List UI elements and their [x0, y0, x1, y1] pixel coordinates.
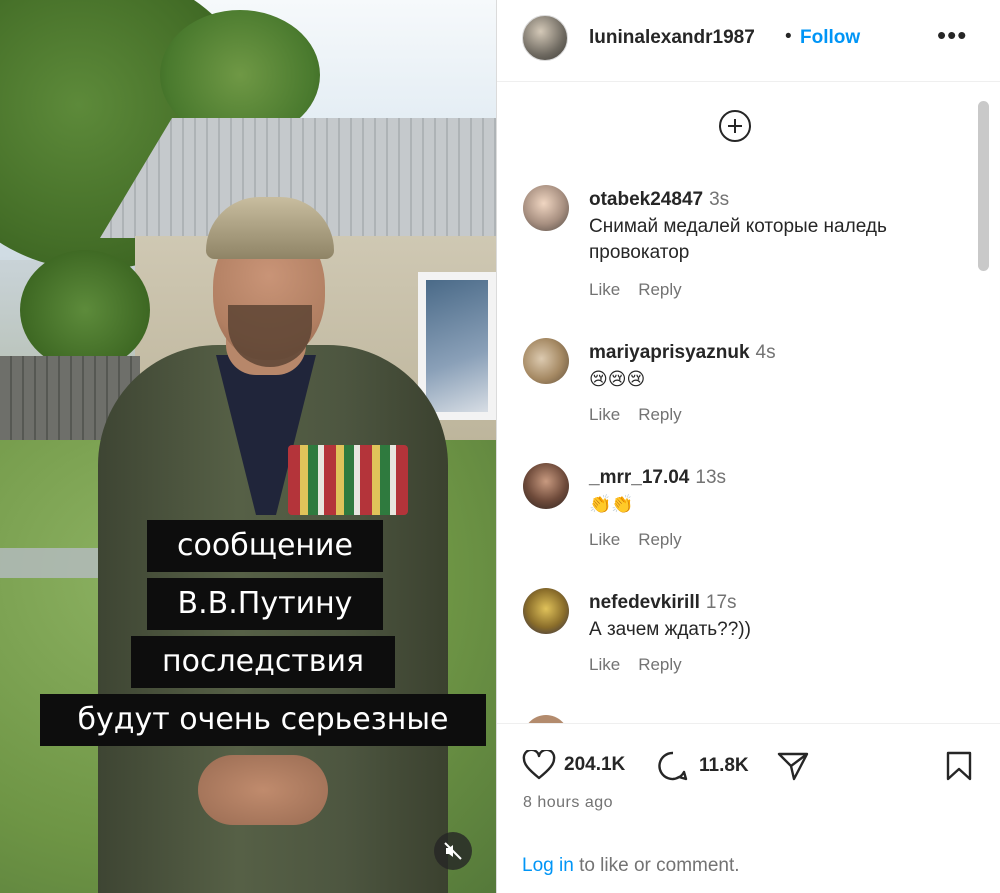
- comment-time: 13s: [695, 467, 727, 488]
- reply-button[interactable]: Reply: [638, 405, 681, 424]
- heart-icon: [522, 750, 556, 780]
- list-item: otabek24847 3s Снимай медалей которые нал…: [497, 185, 967, 305]
- avatar[interactable]: [523, 588, 569, 634]
- comment-text: А зачем ждать??)): [589, 619, 751, 640]
- medals: [288, 445, 408, 515]
- comment-username[interactable]: otabek24847: [589, 189, 703, 210]
- comment-username[interactable]: mariyaprisyaznuk: [589, 342, 750, 363]
- path: [0, 548, 110, 578]
- like-comment-button[interactable]: Like: [589, 405, 620, 424]
- like-action[interactable]: 204.1K: [522, 750, 625, 780]
- avatar[interactable]: [522, 15, 568, 61]
- comments-list[interactable]: otabek24847 3s Снимай медалей которые нал…: [497, 83, 1000, 723]
- video-caption-line: последствия: [131, 636, 395, 688]
- comment-actions: Like Reply: [589, 280, 700, 300]
- plus-circle-icon[interactable]: [719, 110, 751, 142]
- reply-button[interactable]: Reply: [638, 530, 681, 549]
- post-sidebar: luninalexandr1987 • Follow ••• otabek248…: [496, 0, 1000, 893]
- save-button[interactable]: [945, 750, 973, 782]
- share-button[interactable]: [777, 751, 809, 781]
- like-count: 204.1K: [564, 754, 626, 775]
- login-prompt-text: to like or comment.: [579, 855, 740, 876]
- mute-button[interactable]: [434, 832, 472, 870]
- login-link[interactable]: Log in: [522, 855, 574, 876]
- avatar[interactable]: [523, 715, 569, 723]
- comment-header: _mrr_17.04 13s: [589, 467, 726, 489]
- hands: [198, 755, 328, 825]
- avatar[interactable]: [523, 338, 569, 384]
- video-caption-line: В.В.Путину: [147, 578, 383, 630]
- bookmark-icon: [946, 751, 972, 781]
- comment-text: 😢😢😢: [589, 369, 646, 390]
- reply-button[interactable]: Reply: [638, 655, 681, 674]
- avatar[interactable]: [523, 463, 569, 509]
- post-actions-bar: 204.1K 11.8K 8 hours ago Log in to like …: [497, 723, 1000, 893]
- comment-time: 17s: [705, 592, 737, 613]
- like-comment-button[interactable]: Like: [589, 280, 620, 299]
- comment-count: 11.8K: [699, 755, 749, 776]
- separator-dot: •: [785, 26, 792, 47]
- comment-action[interactable]: 11.8K: [657, 750, 749, 782]
- like-comment-button[interactable]: Like: [589, 655, 620, 674]
- list-item: nefedevkirill 17s А зачем ждать??)) Like R…: [497, 588, 967, 678]
- comment-text: Снимай медалей которые наледь провокатор: [589, 216, 887, 263]
- video-player[interactable]: сообщение В.В.Путину последствия будут о…: [0, 0, 496, 893]
- list-item: _mrr_17.04 13s 👏👏 Like Reply: [497, 463, 967, 553]
- comment-actions: Like Reply: [589, 405, 700, 425]
- muted-speaker-icon: [444, 842, 462, 860]
- comment-time: 3s: [709, 189, 730, 210]
- avatar[interactable]: [523, 185, 569, 231]
- comment-actions: Like Reply: [589, 655, 700, 675]
- comment-text: 👏👏: [589, 494, 634, 515]
- post-timestamp: 8 hours ago: [523, 794, 614, 811]
- reply-button[interactable]: Reply: [638, 280, 681, 299]
- post-username[interactable]: luninalexandr1987: [589, 27, 755, 49]
- more-options-icon[interactable]: •••: [937, 20, 967, 51]
- video-caption-line: сообщение: [147, 520, 383, 572]
- video-caption-line: будут очень серьезные: [40, 694, 486, 746]
- share-icon: [777, 752, 809, 781]
- comment-username[interactable]: _mrr_17.04: [589, 467, 689, 488]
- scrollbar[interactable]: [978, 101, 989, 271]
- login-prompt: Log in to like or comment.: [522, 855, 740, 877]
- like-comment-button[interactable]: Like: [589, 530, 620, 549]
- cap: [206, 197, 334, 259]
- comment-bubble-icon: [658, 751, 688, 781]
- comment-header: mariyaprisyaznuk 4s: [589, 342, 776, 364]
- comment-header: nefedevkirill 17s: [589, 592, 737, 614]
- comment-actions: Like Reply: [589, 530, 700, 550]
- post-header: luninalexandr1987 • Follow •••: [497, 0, 1000, 82]
- comment-time: 4s: [755, 342, 776, 363]
- follow-button[interactable]: Follow: [800, 27, 860, 49]
- comment-username[interactable]: nefedevkirill: [589, 592, 700, 613]
- list-item: mariyaprisyaznuk 4s 😢😢😢 Like Reply: [497, 338, 967, 428]
- comment-header: otabek24847 3s: [589, 189, 729, 211]
